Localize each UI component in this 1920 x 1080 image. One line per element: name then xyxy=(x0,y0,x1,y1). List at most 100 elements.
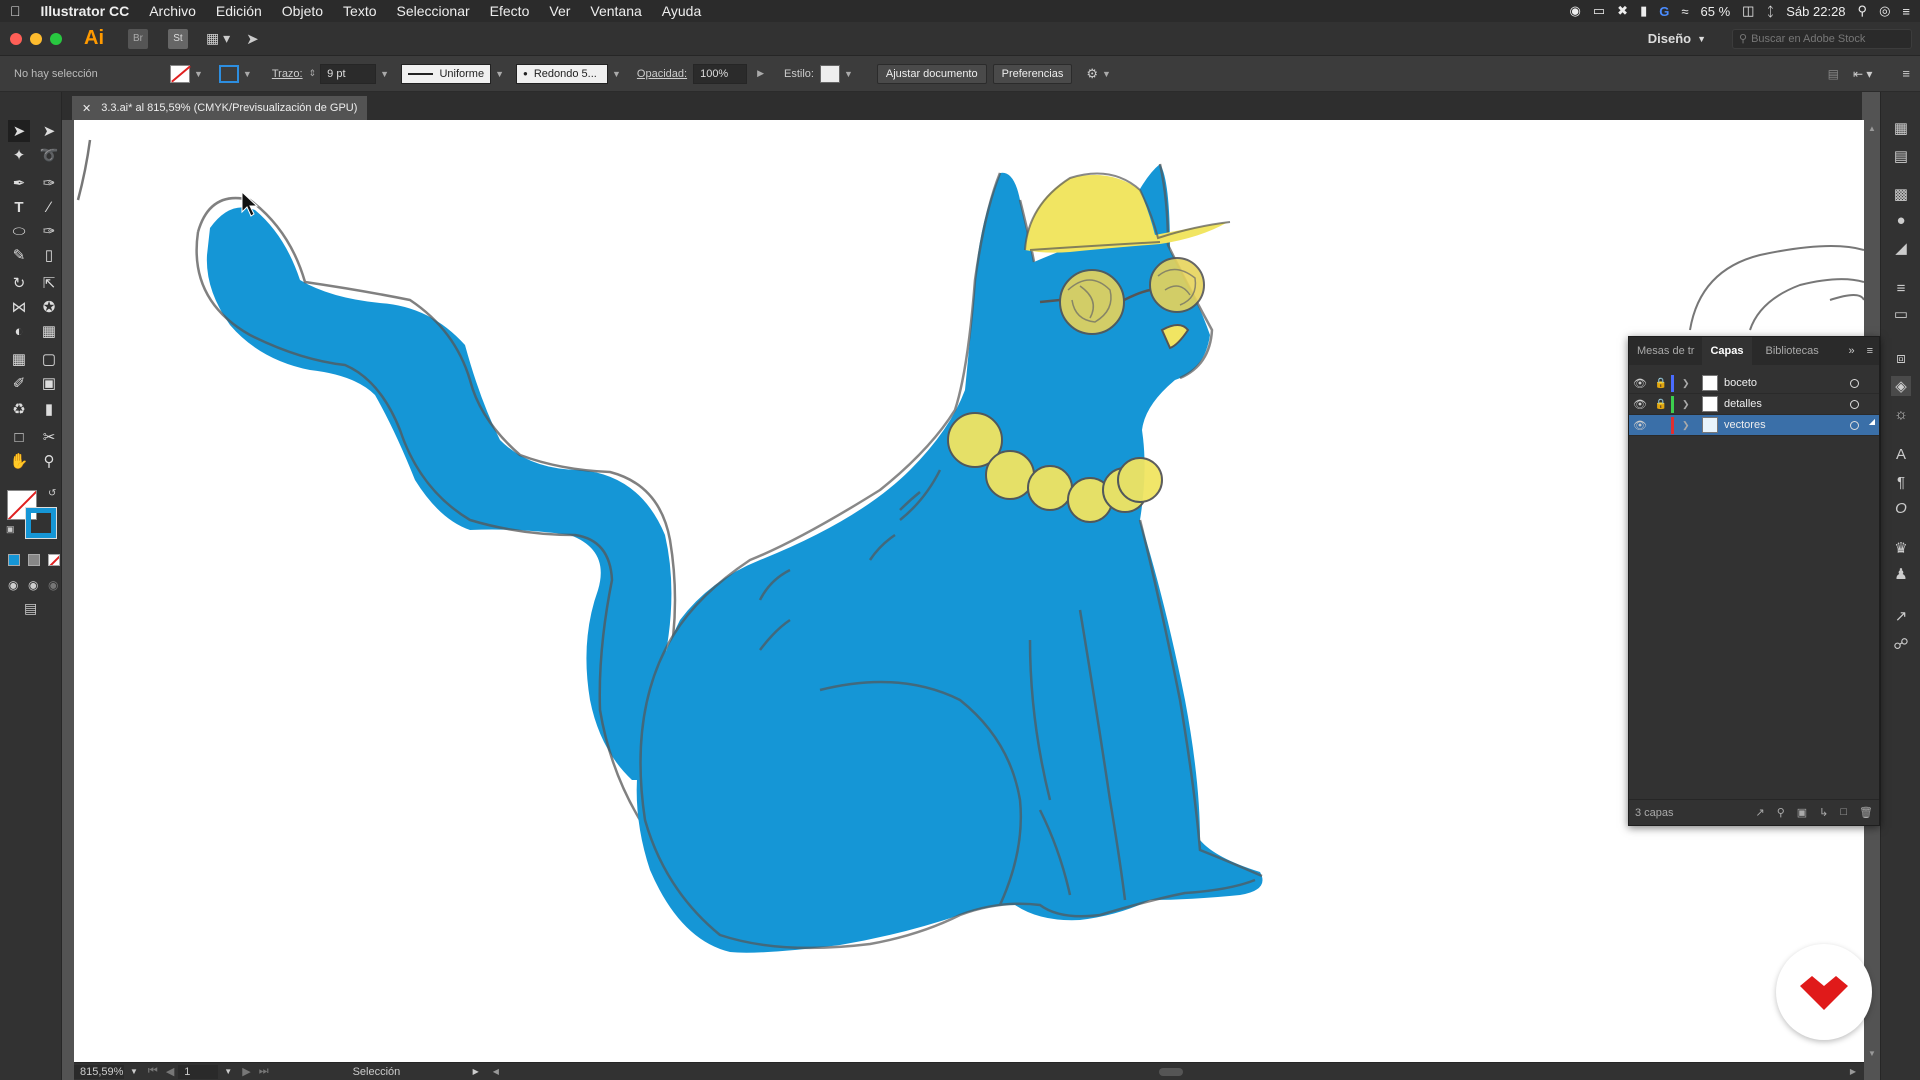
fill-swatch[interactable] xyxy=(170,64,190,83)
opacity-expand-icon[interactable]: ▶ xyxy=(757,68,764,79)
symbol-sprayer-tool-icon[interactable]: ♻ xyxy=(8,398,30,420)
tab-layers[interactable]: Capas xyxy=(1702,337,1752,365)
panel-options-icon[interactable]: ≡ xyxy=(1861,337,1879,365)
last-artboard-icon[interactable]: ⏭ xyxy=(259,1065,269,1078)
locate-object-icon[interactable]: ⚲ xyxy=(1777,806,1785,819)
workspace-switcher[interactable]: Diseño ▼ xyxy=(1648,31,1706,46)
none-mode-icon[interactable] xyxy=(48,554,60,566)
stock-button[interactable]: St xyxy=(168,28,188,49)
gradient-panel-icon[interactable]: ▭ xyxy=(1891,304,1911,324)
arrange-icon[interactable]: ▤ xyxy=(1828,67,1839,81)
zoom-window-button[interactable] xyxy=(50,32,62,45)
panel-menu-icon[interactable]: ≡ xyxy=(1902,66,1910,81)
draw-behind-icon[interactable]: ◉ xyxy=(28,578,38,592)
menu-ventana[interactable]: Ventana xyxy=(580,3,651,19)
style-dropdown-icon[interactable]: ▼ xyxy=(844,69,853,79)
direct-selection-tool-icon[interactable]: ➤ xyxy=(38,120,60,142)
gradient-mode-icon[interactable] xyxy=(28,554,40,566)
notification-center-icon[interactable]: ≡ xyxy=(1902,4,1910,19)
bridge-button[interactable]: Br xyxy=(128,28,148,49)
stroke-stepper-icon[interactable]: ⇕ xyxy=(309,68,317,79)
scroll-down-icon[interactable]: ▼ xyxy=(1868,1049,1876,1058)
visibility-eye-icon[interactable]: 👁 xyxy=(1629,398,1651,411)
visibility-eye-icon[interactable]: 👁 xyxy=(1629,377,1651,390)
paragraph-panel-icon[interactable]: ¶ xyxy=(1891,472,1911,492)
stroke-weight-input[interactable]: 9 pt xyxy=(320,63,377,84)
collapse-panel-icon[interactable]: » xyxy=(1842,337,1860,365)
document-tab[interactable]: ✕ 3.3.ai* al 815,59% (CMYK/Previsualizac… xyxy=(72,96,368,120)
artboard-tool-icon[interactable]: □ xyxy=(8,426,30,448)
apple-icon[interactable]:  xyxy=(0,3,31,19)
slice-tool-icon[interactable]: ✂ xyxy=(38,426,60,448)
ellipse-tool-icon[interactable]: ⬭ xyxy=(8,220,30,242)
line-tool-icon[interactable]: ∕ xyxy=(38,196,60,218)
target-icon[interactable] xyxy=(1850,420,1859,430)
spotlight-icon[interactable]: ⚲ xyxy=(1858,3,1868,19)
perspective-grid-tool-icon[interactable]: ▦ xyxy=(38,320,60,342)
column-graph-tool-icon[interactable]: ▮ xyxy=(38,398,60,420)
brush-dropdown-icon[interactable]: ▼ xyxy=(612,69,621,79)
battery-percent[interactable]: 65 % xyxy=(1701,4,1731,19)
lasso-tool-icon[interactable]: ➰ xyxy=(38,144,60,166)
expand-layer-icon[interactable]: ❯ xyxy=(1682,399,1696,410)
artboard-number-field[interactable]: 1 xyxy=(178,1064,219,1079)
layer-name[interactable]: vectores xyxy=(1724,419,1766,431)
isolate-icon[interactable]: ⚙ xyxy=(1086,66,1098,82)
isolate-dropdown-icon[interactable]: ▼ xyxy=(1102,69,1111,79)
menu-texto[interactable]: Texto xyxy=(333,3,386,19)
menu-seleccionar[interactable]: Seleccionar xyxy=(387,3,480,19)
scroll-up-icon[interactable]: ▲ xyxy=(1868,124,1876,133)
opacity-input[interactable]: 100% xyxy=(693,63,748,84)
wifi-icon[interactable]: ≈ xyxy=(1681,4,1688,19)
layer-name[interactable]: detalles xyxy=(1724,398,1762,410)
properties-panel-icon[interactable]: ◢ xyxy=(1891,238,1911,258)
artboard-canvas[interactable] xyxy=(74,120,1864,1062)
horizontal-scroll-thumb[interactable] xyxy=(1158,1067,1183,1076)
zoom-tool-icon[interactable]: ⚲ xyxy=(38,450,60,472)
visibility-eye-icon[interactable]: 👁 xyxy=(1629,419,1651,432)
stroke-weight-dropdown-icon[interactable]: ▼ xyxy=(380,69,389,79)
type-tool-icon[interactable]: T xyxy=(8,196,30,218)
scale-tool-icon[interactable]: ⇱ xyxy=(38,272,60,294)
gradient-tool-icon[interactable]: ▢ xyxy=(38,348,60,370)
puppet-warp-tool-icon[interactable]: ✪ xyxy=(38,296,60,318)
hscroll-left-icon[interactable]: ◀ xyxy=(493,1067,499,1076)
menu-archivo[interactable]: Archivo xyxy=(139,3,206,19)
layer-name[interactable]: boceto xyxy=(1724,377,1757,389)
close-tab-icon[interactable]: ✕ xyxy=(82,102,91,115)
links-panel-icon[interactable]: ☍ xyxy=(1891,634,1911,654)
rotate-tool-icon[interactable]: ↻ xyxy=(8,272,30,294)
first-artboard-icon[interactable]: ⏮ xyxy=(148,1065,158,1078)
minimize-window-button[interactable] xyxy=(30,32,42,45)
artboard-dropdown-icon[interactable]: ▼ xyxy=(224,1067,232,1076)
clock[interactable]: Sáb 22:28 xyxy=(1786,4,1845,19)
stock-search-input[interactable]: ⚲ Buscar en Adobe Stock xyxy=(1732,28,1912,49)
pathfinder-panel-icon[interactable]: ⧈ xyxy=(1891,348,1911,368)
blend-tool-icon[interactable]: ▣ xyxy=(38,372,60,394)
clipping-mask-icon[interactable]: ▣ xyxy=(1797,806,1807,819)
menu-ayuda[interactable]: Ayuda xyxy=(652,3,711,19)
status-menu-icon[interactable]: ▶ xyxy=(473,1067,479,1076)
tab-libraries[interactable]: Bibliotecas xyxy=(1758,337,1827,365)
pen-tool-icon[interactable]: ✒ xyxy=(8,172,30,194)
profile-dropdown-icon[interactable]: ▼ xyxy=(495,69,504,79)
lock-icon[interactable]: 🔒 xyxy=(1651,399,1671,410)
bluetooth-icon[interactable]: ᛨ xyxy=(1766,4,1774,19)
prev-artboard-icon[interactable]: ◀ xyxy=(166,1065,174,1078)
default-colors-icon[interactable]: ▣ xyxy=(6,524,15,535)
battery-icon[interactable]: ◫ xyxy=(1742,3,1754,19)
horizontal-scrollbar[interactable] xyxy=(509,1067,1840,1077)
current-tool-status[interactable]: Selección xyxy=(353,1066,473,1078)
align-panel-icon[interactable]: ▤ xyxy=(1891,146,1911,166)
target-icon[interactable] xyxy=(1850,399,1859,409)
layer-row-vectores[interactable]: 👁 ❯ vectores ◢ xyxy=(1629,415,1879,436)
new-layer-icon[interactable]: □ xyxy=(1840,806,1847,819)
menu-edicion[interactable]: Edición xyxy=(206,3,272,19)
draw-normal-icon[interactable]: ◉ xyxy=(8,578,18,592)
stroke-dropdown-icon[interactable]: ▼ xyxy=(243,69,252,79)
zoom-level-field[interactable]: 815,59% xyxy=(74,1064,124,1079)
creative-cloud-libraries-icon[interactable]: ☼ xyxy=(1891,404,1911,424)
gpu-performance-icon[interactable]: ➤ xyxy=(246,30,259,48)
eraser-tool-icon[interactable]: ▯ xyxy=(38,244,60,266)
libraries-panel-icon[interactable]: ● xyxy=(1891,210,1911,230)
